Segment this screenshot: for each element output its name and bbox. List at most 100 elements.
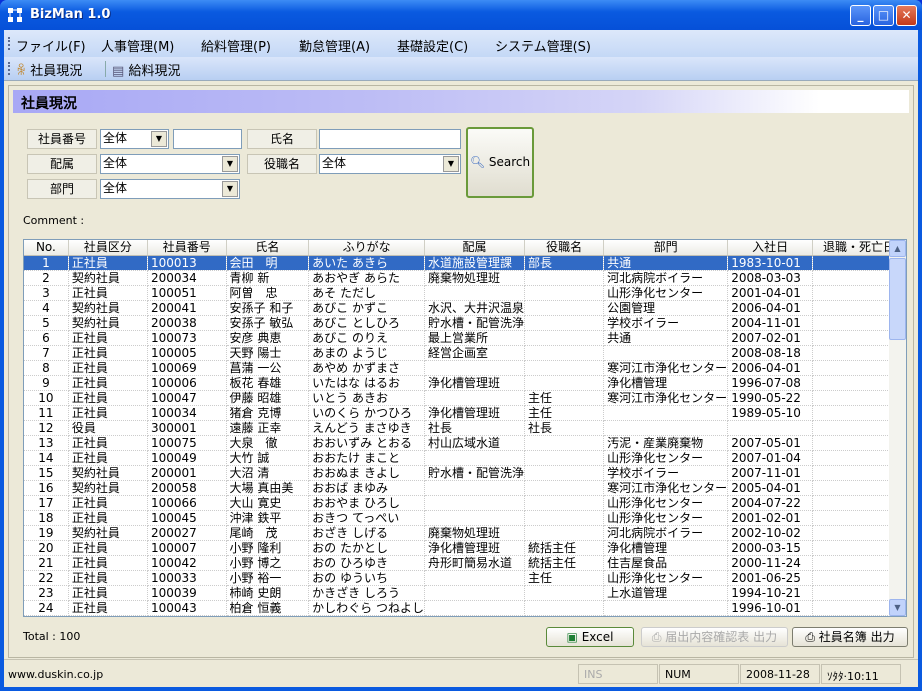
table-row[interactable]: 16 契約社員 200058 大場 真由美 おおば まゆみ 寒河江市浄化センター 2005-… <box>24 480 906 496</box>
roster-print-button[interactable]: ⎙ 社員名簿 出力 <box>792 627 908 647</box>
status-site: www.duskin.co.jp <box>8 668 104 681</box>
table-cell: 11 <box>24 405 69 421</box>
table-row[interactable]: 4 契約社員 200041 安孫子 和子 あびこ かずこ 水沢、大井沢温泉 公園管理 2006… <box>24 300 906 316</box>
menu-hr[interactable]: 人事管理(M) <box>101 36 174 55</box>
table-cell: 安孫子 敏弘 <box>226 315 310 331</box>
table-row[interactable]: 24 正社員 100043 柏倉 恒義 かしわぐら つねよし 1996-10-01 <box>24 600 906 616</box>
menu-attendance[interactable]: 勤怠管理(A) <box>299 36 370 55</box>
table-row[interactable]: 23 正社員 100039 柿崎 史朗 かきざき しろう 上水道管理 1994-10-21 <box>24 585 906 601</box>
table-cell: 柿崎 史朗 <box>226 585 310 601</box>
table-row[interactable]: 3 正社員 100051 阿曽 忠あそ ただし 山形浄化センター 2001-04-01 <box>24 285 906 301</box>
emp-no-input[interactable] <box>173 129 242 149</box>
table-row[interactable]: 9 正社員 100006 板花 春雄 いたはな はるお 浄化槽管理班 浄化槽管理 1996-0… <box>24 375 906 391</box>
table-row[interactable]: 7 正社員 100005 天野 陽士 あまの ようじ 経営企画室 2008-08-18 <box>24 345 906 361</box>
table-row[interactable]: 6 正社員 100073 安彦 典恵 あびこ のりえ 最上営業所 共通 2007-02-01 <box>24 330 906 346</box>
search-label: Search <box>488 155 531 169</box>
table-cell: 14 <box>24 450 69 466</box>
close-button[interactable]: ✕ <box>896 5 917 26</box>
table-row[interactable]: 18 正社員 100045 沖津 鉄平 おきつ てっぺい 山形浄化センター 2001-02-… <box>24 510 906 526</box>
table-cell: 1990-05-22 <box>727 390 814 406</box>
toolbar-employees-button[interactable]: ꆜ 社員現況 <box>16 60 82 79</box>
table-row[interactable]: 2 契約社員 200034 青柳 新あおやぎ あらた 廃棄物処理班 河北病院ボイラー 200… <box>24 270 906 286</box>
app-window: BizMan 1.0 _ □ ✕ ファイル(F) 人事管理(M) 給料管理(P)… <box>0 0 922 691</box>
search-button[interactable]: 🔍︎ Search <box>466 127 534 198</box>
table-row[interactable]: 22 正社員 100033 小野 裕一 おの ゆういち 主任 山形浄化センター 2001-06… <box>24 570 906 586</box>
table-cell: 沖津 鉄平 <box>226 510 310 526</box>
table-cell: 浄化槽管理班 <box>424 540 526 556</box>
printer-icon: ⎙ <box>651 630 662 644</box>
minimize-button[interactable]: _ <box>850 5 871 26</box>
table-cell <box>424 570 526 586</box>
table-cell: 100073 <box>147 330 227 346</box>
table-row[interactable]: 20 正社員 100007 小野 隆利 おの たかとし 浄化槽管理班 統括主任 浄化槽管理 20… <box>24 540 906 556</box>
table-cell: 16 <box>24 480 69 496</box>
table-row[interactable]: 14 正社員 100049 大竹 誠おおたけ まこと 山形浄化センター 2007-01-0… <box>24 450 906 466</box>
dept-select[interactable]: 全体 ▼ <box>100 154 240 174</box>
table-cell: 100039 <box>147 585 227 601</box>
toolbar-salary-button[interactable]: ▤ 給料現況 <box>112 60 180 79</box>
column-header[interactable]: No. <box>24 240 69 256</box>
table-row[interactable]: 1 正社員 100013 会田 明あいた あきら 水道施設管理課 部長 共通 1983-10-… <box>24 255 906 271</box>
column-header[interactable]: ふりがな <box>308 240 425 256</box>
column-header[interactable]: 役職名 <box>524 240 605 256</box>
table-row[interactable]: 11 正社員 100034 猪倉 克博 いのくら かつひろ 浄化槽管理班 主任 1989-05… <box>24 405 906 421</box>
table-row[interactable]: 13 正社員 100075 大泉 徹おおいずみ とおる 村山広域水道 汚泥・産業廃棄物 20… <box>24 435 906 451</box>
division-select[interactable]: 全体 ▼ <box>100 179 240 199</box>
table-cell: 2007-11-01 <box>727 465 814 481</box>
table-row[interactable]: 15 契約社員 200001 大沼 清おおぬま きよし 貯水槽・配管洗浄 学校ボイラー 20… <box>24 465 906 481</box>
table-row[interactable]: 17 正社員 100066 大山 寛史 おおやま ひろし 山形浄化センター 2004-07-… <box>24 495 906 511</box>
division-label: 部門 <box>27 179 97 199</box>
column-header[interactable]: 部門 <box>603 240 729 256</box>
table-cell: 100013 <box>147 255 227 271</box>
position-select[interactable]: 全体 ▼ <box>319 154 461 174</box>
table-cell: 山形浄化センター <box>603 450 729 466</box>
table-row[interactable]: 8 正社員 100069 菖蒲 一公 あやめ かずまさ 寒河江市浄化センター 2006-04… <box>24 360 906 376</box>
table-cell: 正社員 <box>68 375 148 391</box>
table-cell <box>603 420 729 436</box>
chevron-down-icon[interactable]: ▼ <box>151 131 167 147</box>
table-row[interactable]: 12 役員 300001 遠藤 正幸 えんどう まさゆき 社長 社長 <box>24 420 906 436</box>
emp-no-operator-select[interactable]: 全体 ▼ <box>100 129 169 149</box>
column-header[interactable]: 社員区分 <box>68 240 148 256</box>
column-header[interactable]: 配属 <box>424 240 526 256</box>
table-row[interactable]: 19 契約社員 200027 尾崎 茂おざき しげる 廃棄物処理班 河北病院ボイラー 200… <box>24 525 906 541</box>
status-ins: INS <box>578 664 658 684</box>
table-cell: 水道施設管理課 <box>424 255 526 271</box>
scroll-up-icon[interactable]: ▲ <box>889 240 906 257</box>
chevron-down-icon[interactable]: ▼ <box>443 156 459 172</box>
column-header[interactable]: 氏名 <box>226 240 310 256</box>
chevron-down-icon[interactable]: ▼ <box>222 156 238 172</box>
table-cell: 200058 <box>147 480 227 496</box>
table-cell: 100045 <box>147 510 227 526</box>
column-header[interactable]: 社員番号 <box>147 240 227 256</box>
scroll-down-icon[interactable]: ▼ <box>889 599 906 616</box>
search-icon: 🔍︎ <box>469 155 486 169</box>
table-cell: 正社員 <box>68 600 148 616</box>
menu-system[interactable]: システム管理(S) <box>495 36 591 55</box>
table-row[interactable]: 10 正社員 100047 伊藤 昭雄 いとう あきお 主任 寒河江市浄化センター 1990-… <box>24 390 906 406</box>
table-row[interactable]: 21 正社員 100042 小野 博之 おの ひろゆき 舟形町簡易水道 統括主任 住吉屋食品 2… <box>24 555 906 571</box>
menu-payroll[interactable]: 給料管理(P) <box>201 36 271 55</box>
table-cell: 正社員 <box>68 570 148 586</box>
table-cell: 寒河江市浄化センター <box>603 480 729 496</box>
table-cell: 経営企画室 <box>424 345 526 361</box>
table-cell: 18 <box>24 510 69 526</box>
maximize-button[interactable]: □ <box>873 5 894 26</box>
table-cell: 契約社員 <box>68 465 148 481</box>
table-cell: あやめ かずまさ <box>308 360 425 376</box>
name-input[interactable] <box>319 129 461 149</box>
table-row[interactable]: 5 契約社員 200038 安孫子 敏弘 あびこ としひろ 貯水槽・配管洗浄 学校ボイラー 2… <box>24 315 906 331</box>
table-cell: 契約社員 <box>68 525 148 541</box>
table-cell: 青柳 新 <box>226 270 310 286</box>
chevron-down-icon[interactable]: ▼ <box>222 181 238 197</box>
table-cell: 100006 <box>147 375 227 391</box>
menu-file[interactable]: ファイル(F) <box>16 36 86 55</box>
table-cell: 主任 <box>524 570 605 586</box>
title-bar[interactable]: BizMan 1.0 _ □ ✕ <box>0 0 922 30</box>
vertical-scrollbar[interactable]: ▲ ▼ <box>889 240 906 616</box>
confirm-print-button[interactable]: ⎙ 届出内容確認表 出力 <box>641 627 788 647</box>
scroll-thumb[interactable] <box>889 258 906 340</box>
excel-button[interactable]: ▣ Excel <box>546 627 634 647</box>
column-header[interactable]: 入社日 <box>727 240 814 256</box>
menu-settings[interactable]: 基礎設定(C) <box>397 36 468 55</box>
